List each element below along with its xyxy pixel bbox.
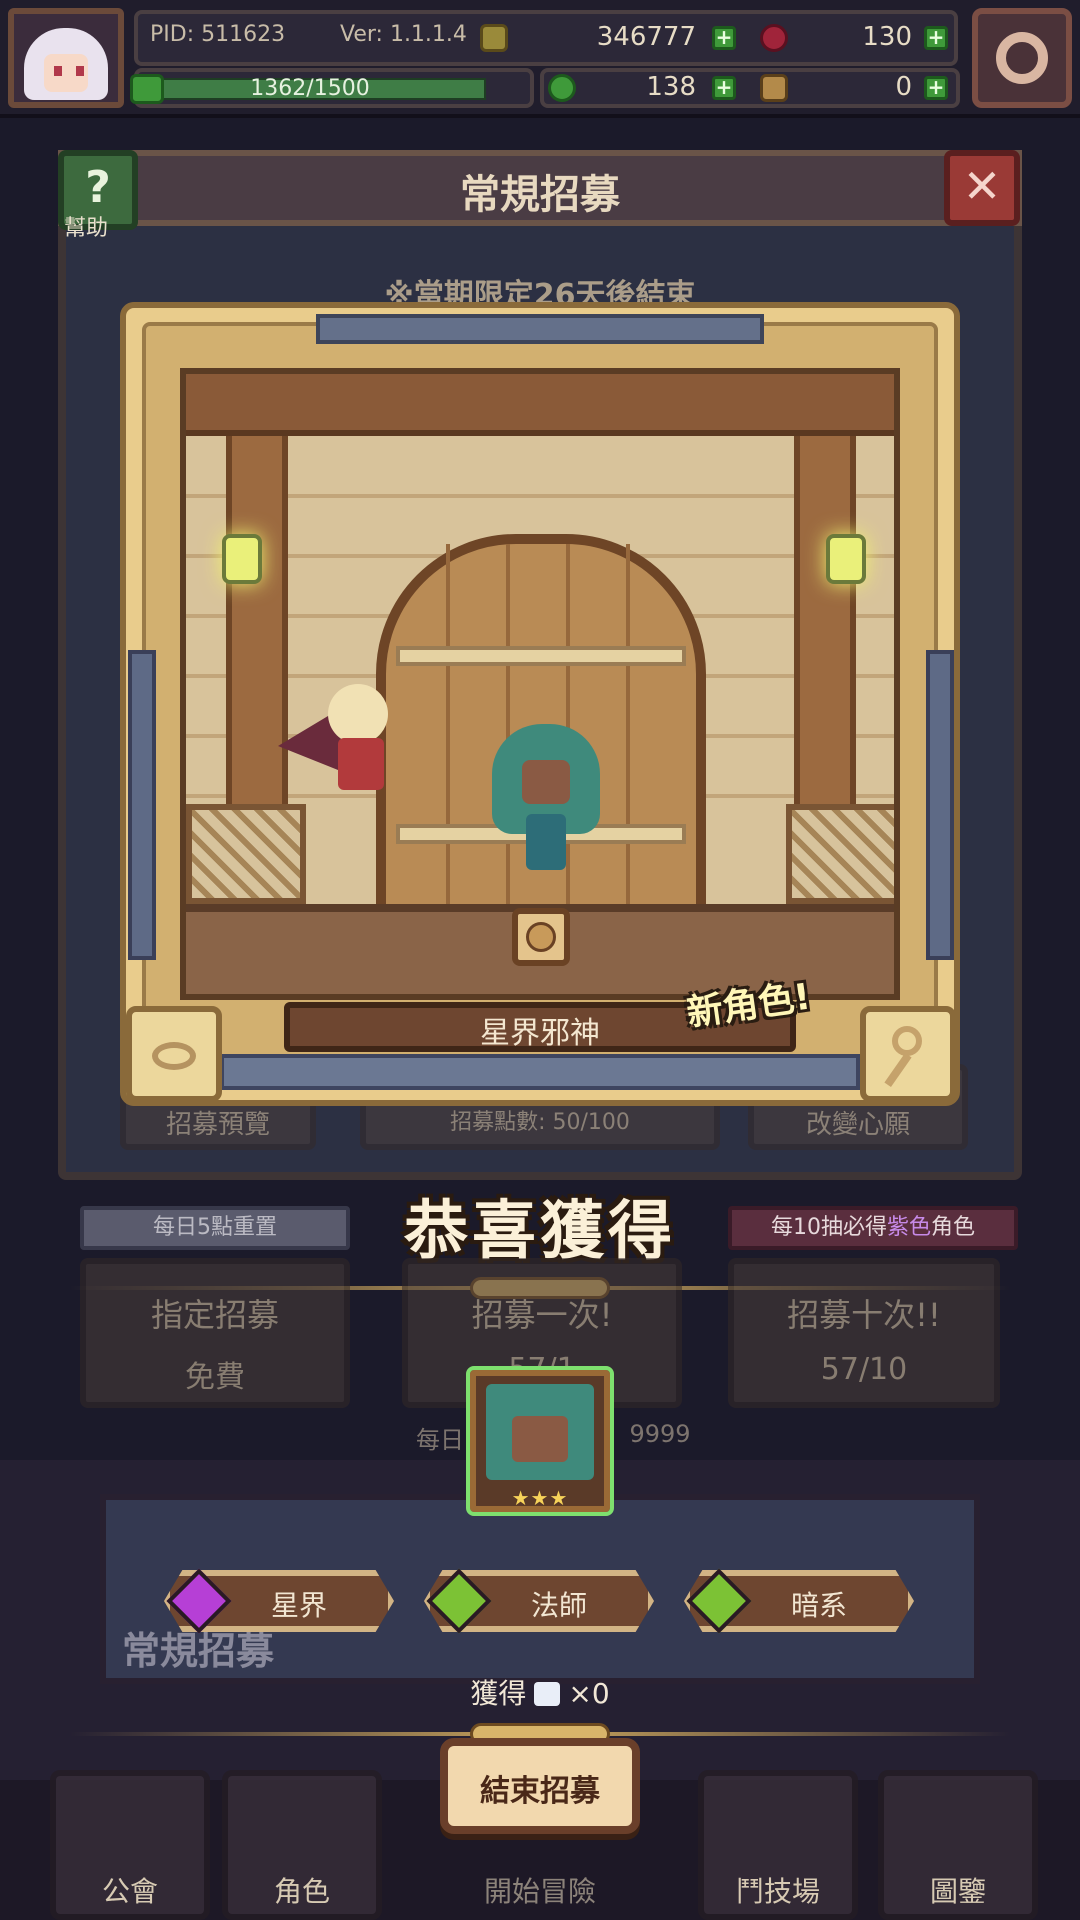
xp-icon <box>130 74 164 104</box>
xp-text: 1362/1500 <box>250 76 370 101</box>
lamp-icon <box>826 534 866 584</box>
recruit-points: 招募點數: 50/100 <box>450 1110 630 1135</box>
view-button[interactable] <box>126 1006 222 1102</box>
obtain-prefix: 獲得 <box>470 1677 527 1710</box>
character-face <box>522 760 570 804</box>
nav-codex-label: 圖鑒 <box>929 1875 986 1908</box>
avatar-eye <box>76 66 84 76</box>
page-title: 常規招募 <box>460 172 620 218</box>
left-railing <box>186 804 306 904</box>
end-recruit-label: 結束招募 <box>480 1774 600 1809</box>
door-bar <box>396 646 686 666</box>
gold-amount: 346777 <box>596 22 696 52</box>
add-ticket-button[interactable]: + <box>924 76 948 100</box>
gem-amount: 130 <box>862 22 912 52</box>
recruit-preview-label: 招募預覽 <box>165 1110 270 1140</box>
key-icon-stem <box>884 1052 912 1088</box>
right-railing <box>786 804 894 904</box>
star-rating: ★★★ <box>511 1486 569 1510</box>
nav-adventure-label: 開始冒險 <box>483 1875 596 1908</box>
tavern-scene <box>180 368 900 1000</box>
add-gem-button[interactable]: + <box>924 26 948 50</box>
designated-free-label: 免費 <box>185 1360 245 1395</box>
nav-characters-label: 角色 <box>273 1875 330 1908</box>
ceiling-beam <box>186 374 894 436</box>
help-label: 幫助 <box>64 216 109 241</box>
frame-top-strip <box>316 314 764 344</box>
close-button[interactable]: ✕ <box>944 150 1020 226</box>
recruit-ten-cost: 57/10 <box>820 1352 908 1387</box>
gear-icon <box>996 32 1048 84</box>
eye-icon <box>152 1042 196 1070</box>
astral-deity-sprite <box>476 714 616 874</box>
change-wish-label: 改變心願 <box>805 1110 910 1140</box>
character-hair <box>328 684 388 744</box>
obtain-count: ×0 <box>568 1677 610 1710</box>
add-clover-button[interactable]: + <box>712 76 736 100</box>
player-avatar[interactable] <box>8 8 124 108</box>
nav-guild-label: 公會 <box>101 1875 158 1908</box>
obtain-line: 獲得 ×0 <box>0 1672 1080 1712</box>
wall-plank <box>186 494 894 498</box>
tag-dark-label: 暗系 <box>790 1589 847 1622</box>
character-portrait-face <box>512 1416 568 1462</box>
lamp-icon <box>222 534 262 584</box>
vampire-character-sprite <box>278 674 418 814</box>
recruit-once-label: 招募一次! <box>471 1296 613 1334</box>
recruit-ten-label: 招募十次!! <box>787 1296 941 1334</box>
version-label: Ver: 1.1.1.4 <box>340 22 467 47</box>
designated-recruit-label: 指定招募 <box>150 1296 279 1334</box>
frame-bottom-strip <box>220 1054 860 1090</box>
item-bag-icon <box>534 1682 561 1706</box>
character-body <box>526 814 566 870</box>
medal-emblem <box>526 922 556 952</box>
add-gold-button[interactable]: + <box>712 26 736 50</box>
frame-left-strip <box>128 650 156 960</box>
tag-astral-label: 星界 <box>270 1589 327 1622</box>
settings-button[interactable] <box>972 8 1072 108</box>
player-id: PID: 511623 <box>150 22 286 47</box>
nav-arena-label: 鬥技場 <box>735 1875 820 1908</box>
key-icon <box>892 1026 922 1056</box>
ticket-amount: 0 <box>895 72 912 102</box>
key-button[interactable] <box>860 1006 956 1102</box>
clover-amount: 138 <box>646 72 696 102</box>
door-plank <box>626 544 630 964</box>
character-body <box>338 738 384 790</box>
door-plank <box>446 544 450 964</box>
frame-right-strip <box>926 650 954 960</box>
avatar-eye <box>54 66 62 76</box>
tag-mage-label: 法師 <box>530 1589 587 1622</box>
class-medal-icon <box>512 908 570 966</box>
daily-limit-value: 9999 <box>629 1420 691 1448</box>
gold-icon <box>480 24 508 52</box>
